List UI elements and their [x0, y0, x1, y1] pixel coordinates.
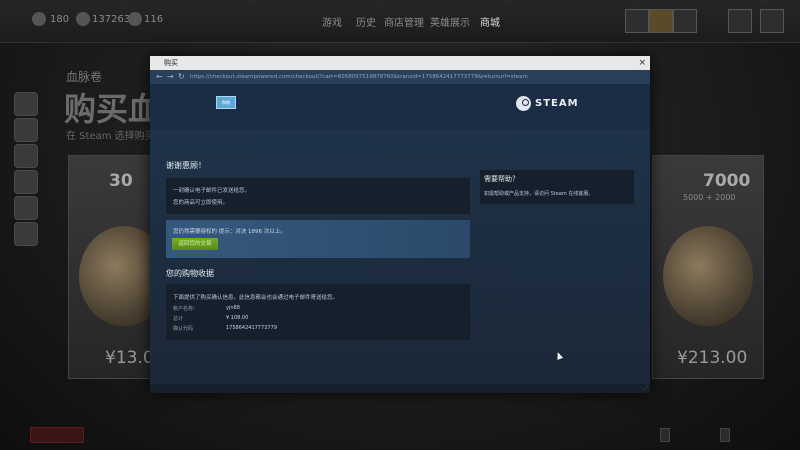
- browser-nav: ← → ↻ https://checkout.steampowered.com/…: [150, 70, 650, 84]
- receipt-box: 下面提供了购买确认信息。此信息都会也会通过电子邮件寄送给您。 帐户名称： yjn…: [166, 284, 470, 340]
- window-title: 购买: [164, 59, 178, 67]
- card-price: ¥13.0: [105, 348, 154, 368]
- sidebar-item[interactable]: [14, 144, 38, 168]
- receipt-intro: 下面提供了购买确认信息。此信息都会也会通过电子邮件寄送给您。: [173, 295, 339, 301]
- close-icon[interactable]: ×: [638, 56, 646, 70]
- receipt-key-code: 确认代码: [173, 326, 194, 332]
- menu-games[interactable]: 游戏: [322, 14, 342, 29]
- window-titlebar[interactable]: 购买 ×: [150, 56, 650, 70]
- receipt-heading: 您的购物收据: [166, 269, 214, 278]
- menu-store[interactable]: 商城: [480, 14, 500, 29]
- reload-icon[interactable]: ↻: [178, 70, 185, 84]
- thanks-heading: 谢谢惠顾！: [166, 161, 206, 170]
- sidebar-item[interactable]: [14, 196, 38, 220]
- steam-logo-text: STEAM: [535, 97, 579, 109]
- receipt-value-account: yjn88: [226, 305, 240, 311]
- stat-2: 137263: [92, 14, 131, 25]
- help-text[interactable]: 如需帮助或产品支持，请访问 Steam 在线客服。: [484, 190, 593, 197]
- card-amount: 7000: [703, 171, 751, 191]
- bottom-right-button[interactable]: [660, 428, 670, 442]
- sidebar-item[interactable]: [14, 222, 38, 246]
- checkout-page: 购物 STEAM 谢谢惠顾！ 一封确认电子邮件已发送给您。 您的商品可立即使用。…: [150, 84, 650, 384]
- help-heading: 需要帮助？: [484, 175, 519, 183]
- page-title: 购买血: [64, 90, 161, 128]
- notice-box: 您仍然需要授权的 提示：对决 1896 次以上。 返回您的交易: [166, 220, 470, 258]
- currency-icon: [32, 12, 46, 26]
- back-icon[interactable]: ←: [156, 70, 163, 84]
- return-to-transaction-button[interactable]: 返回您的交易: [172, 238, 218, 250]
- steam-purchase-window: 购买 × ← → ↻ https://checkout.steampowered…: [150, 56, 650, 393]
- stat-3: 116: [144, 14, 164, 25]
- item-slot[interactable]: [625, 9, 649, 33]
- store-header: 购物 STEAM: [150, 84, 650, 130]
- url-bar[interactable]: https://checkout.steampowered.com/checko…: [190, 70, 528, 84]
- steam-logo-icon: [516, 95, 531, 111]
- gem-icon: [128, 12, 142, 26]
- card-bonus: 5000 + 2000: [683, 193, 736, 202]
- cart-icon[interactable]: 购物: [216, 96, 236, 109]
- sidebar-item[interactable]: [14, 92, 38, 116]
- menu-shop-manage[interactable]: 商店管理: [384, 14, 424, 29]
- game-topbar: 180 137263 116 游戏 历史 商店管理 英雄展示 商城: [0, 0, 800, 43]
- forward-icon[interactable]: →: [167, 70, 174, 84]
- resize-grip-icon[interactable]: ⋰: [642, 385, 648, 392]
- card-amount: 30: [109, 171, 133, 191]
- receipt-key-total: 总计: [173, 316, 184, 322]
- menu-icon[interactable]: [760, 9, 784, 33]
- steam-logo: STEAM: [516, 95, 579, 111]
- confirmation-box: 一封确认电子邮件已发送给您。 您的商品可立即使用。: [166, 178, 470, 214]
- coin-icon: [76, 12, 90, 26]
- item-slot[interactable]: [673, 9, 697, 33]
- sidebar-item[interactable]: [14, 118, 38, 142]
- receipt-key-account: 帐户名称：: [173, 306, 199, 312]
- shop-card-right[interactable]: 7000 5000 + 2000 ¥213.00: [652, 155, 764, 379]
- bottom-right-button[interactable]: [720, 428, 730, 442]
- menu-history[interactable]: 历史: [356, 14, 376, 29]
- sidebar-item[interactable]: [14, 170, 38, 194]
- help-box: 需要帮助？ 如需帮助或产品支持，请访问 Steam 在线客服。: [480, 170, 634, 204]
- menu-hero-showcase[interactable]: 英雄展示: [430, 14, 470, 29]
- card-price: ¥213.00: [677, 348, 748, 368]
- receipt-value-total: ¥ 108.00: [226, 315, 249, 321]
- window-statusbar: ⋰: [150, 384, 650, 393]
- settings-icon[interactable]: [728, 9, 752, 33]
- page-kicker: 血脉卷: [66, 70, 103, 84]
- stat-1: 180: [50, 14, 70, 25]
- notice-text: 您仍然需要授权的 提示：对决 1896 次以上。: [173, 229, 286, 235]
- bottom-left-button[interactable]: [30, 427, 84, 443]
- receipt-value-code: 1758642417773779: [226, 325, 277, 331]
- avatar[interactable]: [649, 9, 673, 33]
- available-text: 您的商品可立即使用。: [173, 200, 229, 206]
- coins-image: [663, 226, 753, 326]
- email-sent-text: 一封确认电子邮件已发送给您。: [173, 188, 251, 194]
